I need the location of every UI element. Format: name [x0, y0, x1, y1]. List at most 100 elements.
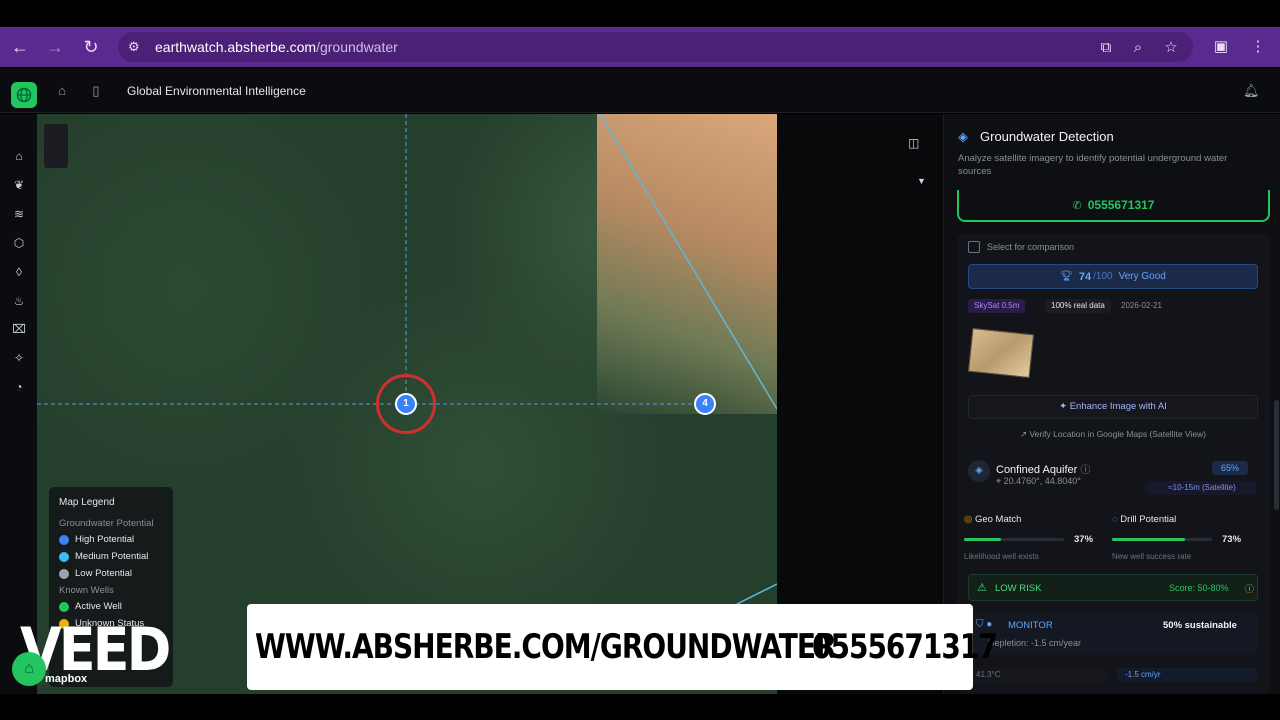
sidebar-toggle-icon[interactable]: ▯ — [88, 83, 104, 99]
app-title: Global Environmental Intelligence — [127, 84, 306, 98]
legend-dot — [59, 551, 69, 562]
leaf-icon[interactable]: ❦ — [10, 176, 28, 194]
legend-label: Medium Potential — [75, 551, 149, 562]
legend-item-low: Low Potential — [59, 568, 163, 579]
aquifer-icon: ◈ — [968, 460, 990, 482]
legend-item-active: Active Well — [59, 601, 163, 612]
browser-menu-icon[interactable]: ⋮ — [1248, 37, 1268, 57]
panel-subtitle: Analyze satellite imagery to identify po… — [958, 153, 1228, 177]
split-view-icon[interactable]: ◫ — [908, 136, 919, 150]
drill-sub: New well success rate — [1112, 552, 1192, 561]
temperature-chip: 41.3°C — [968, 668, 1108, 682]
drill-title: ◌ Drill Potential — [1112, 514, 1242, 525]
verify-maps-link[interactable]: ↗ Verify Location in Google Maps (Satell… — [968, 429, 1258, 440]
drill-fill — [1112, 538, 1185, 541]
geo-match-title: ◎ Geo Match — [964, 514, 1094, 525]
install-app-icon[interactable]: ⧉ — [1096, 38, 1116, 58]
dropdown-arrow-icon[interactable]: ▼ — [917, 176, 926, 186]
legend-item-medium: Medium Potential — [59, 551, 163, 562]
help-icon[interactable]: ⓘ — [1080, 465, 1090, 476]
geo-match-track — [964, 538, 1064, 541]
legend-dot — [59, 568, 69, 579]
legend-label: Active Well — [75, 601, 122, 612]
legend-section-potential: Groundwater Potential — [59, 518, 154, 529]
resolution-chip: ≈10-15m (Satellite) — [1147, 481, 1257, 495]
forward-icon[interactable]: → — [43, 35, 67, 59]
back-icon[interactable]: ← — [8, 35, 32, 59]
map-layer-control[interactable] — [44, 124, 68, 168]
panel-scroll-thumb[interactable] — [1274, 400, 1279, 510]
zoom-icon[interactable]: ⌕ — [1128, 38, 1148, 58]
quality-score-bar: 🏆︎ 74 /100 Very Good — [968, 264, 1258, 289]
screen: ← → ↻ ⚙ earthwatch.absherbe.com/groundwa… — [0, 0, 1280, 720]
waves-icon[interactable]: ≋ — [10, 205, 28, 223]
drill-potential-metric: ◌ Drill Potential 73% New well success r… — [1112, 514, 1242, 561]
verify-label: Verify Location in Google Maps (Satellit… — [1029, 429, 1207, 439]
date-chip: 2026-02-21 — [1121, 301, 1162, 310]
panel-title: Groundwater Detection — [980, 129, 1114, 144]
floating-home-icon[interactable]: ⌂ — [12, 652, 46, 686]
detection-panel: ◈ Groundwater Detection Analyze satellit… — [943, 114, 1273, 694]
phone-button[interactable]: ✆ 0555671317 — [957, 190, 1270, 222]
geo-match-label: Geo Match — [974, 514, 1022, 525]
trophy-icon: 🏆︎ — [1060, 271, 1073, 282]
droplets-icon: ◈ — [958, 129, 968, 144]
legend-dot — [59, 601, 69, 612]
phone-number: 0555671317 — [1087, 198, 1155, 212]
flame-icon[interactable]: ♨ — [10, 292, 28, 310]
enhance-ai-button[interactable]: ✦ Enhance Image with AI — [968, 395, 1258, 419]
score-value: 74 — [1078, 270, 1092, 283]
legend-label: High Potential — [75, 534, 135, 545]
satellite-icon[interactable]: ✧ — [10, 349, 28, 367]
compare-checkbox[interactable] — [968, 241, 980, 253]
monitor-box: ⛉ ● MONITOR 50% sustainable Depletion: -… — [968, 612, 1258, 654]
compare-label: Select for comparison — [987, 242, 1075, 252]
monitor-value: 50% sustainable — [1163, 620, 1237, 631]
coords-text: 20.4760°, 44.8040° — [1003, 476, 1081, 486]
globe-logo-icon[interactable] — [11, 82, 37, 108]
drill-label: Drill Potential — [1120, 514, 1177, 525]
drill-value: 73% — [1222, 534, 1242, 545]
app-header: ⌂ ▯ Global Environmental Intelligence 🔔︎ — [0, 69, 1280, 113]
address-bar[interactable]: ⚙ earthwatch.absherbe.com/groundwater ⧉ … — [118, 32, 1193, 62]
enhance-label: Enhance Image with AI — [1069, 401, 1167, 412]
home-icon[interactable]: ⌂ — [54, 83, 70, 99]
map-marker[interactable]: 1 — [395, 393, 417, 415]
real-data-chip: 100% real data — [1045, 299, 1111, 313]
aquifer-title-text: Confined Aquifer — [996, 464, 1078, 476]
extension-icon[interactable]: ▣ — [1211, 37, 1231, 57]
legend-dot — [59, 534, 69, 545]
legend-label: Low Potential — [75, 568, 133, 579]
browser-toolbar: ← → ↻ ⚙ earthwatch.absherbe.com/groundwa… — [0, 27, 1280, 67]
drill-track — [1112, 538, 1212, 541]
satellite-thumbnail[interactable] — [967, 327, 1035, 379]
geo-match-metric: ◎ Geo Match 37% Likelihood well exists — [964, 514, 1094, 561]
notification-bell-icon[interactable]: 🔔︎ — [1243, 83, 1260, 99]
legend-section-wells: Known Wells — [59, 585, 114, 596]
depletion-text: Depletion: -1.5 cm/year — [988, 638, 1082, 648]
result-card: Select for comparison 🏆︎ 74 /100 Very Go… — [957, 234, 1270, 694]
risk-label: LOW RISK — [995, 583, 1042, 594]
gauge-icon[interactable]: ◔ — [10, 378, 28, 396]
reload-icon[interactable]: ↻ — [79, 35, 103, 59]
legend-item-high: High Potential — [59, 534, 163, 545]
site-settings-icon[interactable]: ⚙ — [128, 39, 144, 55]
url-domain: earthwatch.absherbe.com — [155, 39, 317, 55]
source-chip: SkySat 0.5m — [968, 299, 1026, 313]
score-label: Very Good — [1118, 271, 1166, 282]
sidebar-home-icon[interactable]: ⌂ — [10, 147, 28, 165]
trash-icon[interactable]: ⌧ — [10, 320, 28, 338]
monitor-label: MONITOR — [1008, 620, 1053, 631]
risk-score: Score: 50-80% — [1169, 583, 1229, 593]
shield-icon[interactable]: ⬡ — [10, 234, 28, 252]
droplet-icon[interactable]: ◊ — [10, 263, 28, 281]
geo-match-sub: Likelihood well exists — [964, 552, 1039, 561]
bookmark-star-icon[interactable]: ☆ — [1161, 38, 1181, 58]
map-marker[interactable]: 4 — [694, 393, 716, 415]
legend-title: Map Legend — [59, 497, 115, 508]
pin-icon: ⌖ — [996, 476, 1004, 486]
sparkles-icon: ✦ — [1059, 401, 1070, 412]
aquifer-percent: 65% — [1212, 461, 1248, 475]
rate-chip: -1.5 cm/yr — [1117, 668, 1258, 682]
risk-info-icon[interactable]: ⓘ — [1245, 582, 1254, 595]
